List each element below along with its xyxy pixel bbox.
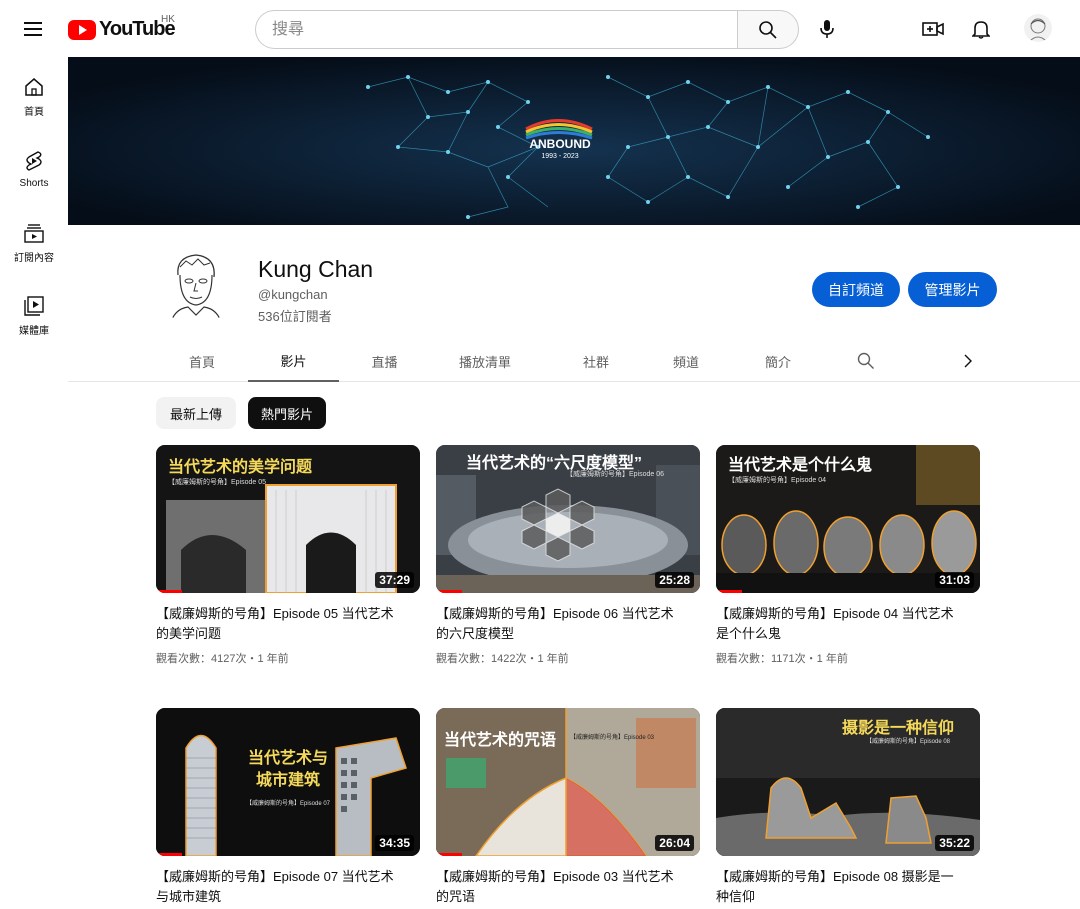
thumbnail-title: 当代艺术与城市建筑 (247, 750, 328, 789)
video-duration: 34:35 (375, 835, 414, 851)
video-card[interactable]: 当代艺术是个什么鬼 【威廉姆斯的号角】Episode 04 31:03 【威廉姆… (716, 445, 980, 666)
avatar-sketch-icon (169, 254, 223, 325)
video-title[interactable]: 【威廉姆斯的号角】Episode 08 摄影是一种信仰 (716, 867, 966, 907)
tabs-scroll-next[interactable] (948, 340, 988, 382)
video-title[interactable]: 【威廉姆斯的号角】Episode 05 当代艺术的美学问题 (156, 604, 406, 644)
video-title[interactable]: 【威廉姆斯的号角】Episode 06 当代艺术的六尺度模型 (436, 604, 686, 644)
video-card[interactable]: 当代艺术与城市建筑 【威廉姆斯的号角】Episode 07 34:35 【威廉姆… (156, 708, 420, 907)
tab-channels[interactable]: 頻道 (640, 340, 732, 382)
sidebar-item-label: 首頁 (24, 107, 44, 118)
banner-years: 1993 - 2023 (541, 153, 579, 160)
video-thumbnail[interactable]: 当代艺术的美学问题 【威廉姆斯的号角】Episode 05 37:29 (156, 445, 420, 593)
sidebar: 首頁 Shorts 訂閱內容 媒體庫 (0, 57, 68, 349)
shorts-icon (26, 151, 42, 171)
microphone-icon (820, 20, 834, 38)
sidebar-item-label: 訂閱內容 (14, 253, 54, 264)
tab-live[interactable]: 直播 (339, 340, 430, 382)
banner-logo-text: ANBOUND (529, 137, 591, 151)
video-thumbnail[interactable]: 当代艺术与城市建筑 【威廉姆斯的号角】Episode 07 34:35 (156, 708, 420, 856)
library-icon (24, 296, 44, 316)
watch-progress-bar (156, 853, 182, 856)
thumbnail-subtitle: 【威廉姆斯的号角】Episode 04 (728, 477, 827, 484)
sidebar-item-shorts[interactable]: Shorts (0, 130, 68, 203)
video-thumbnail[interactable]: 摄影是一种信仰 【威廉姆斯的号角】Episode 08 35:22 (716, 708, 980, 856)
video-card[interactable]: 当代艺术的咒语 【威廉姆斯的号角】Episode 03 26:04 【威廉姆斯的… (436, 708, 700, 907)
create-video-icon (922, 22, 944, 36)
tab-about[interactable]: 簡介 (732, 340, 824, 382)
top-bar: YouTube HK (0, 0, 1080, 57)
channel-avatar[interactable] (156, 245, 236, 325)
video-title[interactable]: 【威廉姆斯的号角】Episode 07 当代艺术与城市建筑 (156, 867, 406, 907)
thumbnail-title: 当代艺术的咒语 (444, 732, 557, 749)
channel-tabs: 首頁 影片 直播 播放清單 社群 頻道 簡介 (68, 340, 1080, 382)
sidebar-item-home[interactable]: 首頁 (0, 57, 68, 130)
thumbnail-title: 摄影是一种信仰 (842, 720, 955, 737)
search-icon (857, 352, 874, 369)
region-code: HK (161, 14, 175, 25)
video-title[interactable]: 【威廉姆斯的号角】Episode 04 当代艺术是个什么鬼 (716, 604, 966, 644)
sidebar-item-library[interactable]: 媒體庫 (0, 276, 68, 349)
search-bar (255, 10, 799, 49)
notifications-button[interactable] (966, 14, 996, 44)
video-duration: 26:04 (655, 835, 694, 851)
tab-playlists[interactable]: 播放清單 (430, 340, 540, 382)
customize-channel-button[interactable]: 自訂頻道 (812, 272, 900, 307)
search-icon (759, 20, 777, 39)
tab-home[interactable]: 首頁 (156, 340, 248, 382)
video-thumbnail[interactable]: 当代艺术的“六尺度模型” 【威廉姆斯的号角】Episode 06 25:28 (436, 445, 700, 593)
voice-search-button[interactable] (812, 14, 842, 44)
thumbnail-subtitle: 【威廉姆斯的号角】Episode 06 (566, 471, 665, 478)
sidebar-item-label: 媒體庫 (19, 326, 49, 337)
video-duration: 31:03 (935, 572, 974, 588)
channel-name: Kung Chan (258, 256, 374, 282)
watch-progress-bar (436, 853, 462, 856)
video-thumbnail[interactable]: 当代艺术的咒语 【威廉姆斯的号角】Episode 03 26:04 (436, 708, 700, 856)
chip-latest[interactable]: 最新上傳 (156, 397, 236, 429)
tab-community[interactable]: 社群 (548, 340, 644, 382)
thumbnail-subtitle: 【威廉姆斯的号角】Episode 07 (245, 801, 331, 807)
channel-handle: @kungchan (258, 287, 328, 302)
video-duration: 35:22 (935, 835, 974, 851)
chevron-right-icon (964, 354, 972, 368)
video-duration: 25:28 (655, 572, 694, 588)
video-duration: 37:29 (375, 572, 414, 588)
thumbnail-title: 当代艺术是个什么鬼 (728, 457, 873, 474)
watch-progress-bar (716, 590, 742, 593)
create-video-button[interactable] (918, 14, 948, 44)
menu-icon[interactable] (18, 14, 48, 44)
tab-videos[interactable]: 影片 (248, 340, 339, 382)
thumbnail-subtitle: 【威廉姆斯的号角】Episode 03 (570, 735, 655, 741)
search-input[interactable] (255, 10, 737, 49)
watch-progress-bar (156, 590, 182, 593)
video-meta: 觀看次數：4127次・1 年前 (156, 653, 289, 665)
thumbnail-subtitle: 【威廉姆斯的号角】Episode 08 (866, 739, 951, 745)
subscriber-count: 536位訂閱者 (258, 309, 332, 324)
home-icon (25, 78, 43, 96)
thumbnail-title: 当代艺术的美学问题 (168, 459, 313, 476)
video-meta: 觀看次數：1171次・1 年前 (716, 653, 848, 665)
video-meta: 觀看次數：1422次・1 年前 (436, 653, 569, 665)
video-card[interactable]: 当代艺术的美学问题 【威廉姆斯的号角】Episode 05 37:29 【威廉姆… (156, 445, 420, 666)
subscriptions-icon (24, 224, 44, 243)
channel-banner: ANBOUND 1993 - 2023 (68, 57, 1080, 225)
youtube-play-icon (68, 19, 96, 40)
manage-videos-button[interactable]: 管理影片 (908, 272, 997, 307)
avatar-sketch-icon (1028, 18, 1048, 42)
bell-icon (972, 21, 990, 39)
youtube-logo[interactable]: YouTube (68, 18, 176, 41)
video-thumbnail[interactable]: 当代艺术是个什么鬼 【威廉姆斯的号角】Episode 04 31:03 (716, 445, 980, 593)
sidebar-item-subscriptions[interactable]: 訂閱內容 (0, 203, 68, 276)
chip-popular[interactable]: 熱門影片 (248, 397, 326, 429)
thumbnail-subtitle: 【威廉姆斯的号角】Episode 05 (168, 479, 267, 486)
tab-search[interactable] (848, 340, 884, 382)
video-title[interactable]: 【威廉姆斯的号角】Episode 03 当代艺术的咒语 (436, 867, 686, 907)
sidebar-item-label: Shorts (19, 178, 49, 189)
video-card[interactable]: 摄影是一种信仰 【威廉姆斯的号角】Episode 08 35:22 【威廉姆斯的… (716, 708, 980, 907)
watch-progress-bar (436, 590, 462, 593)
video-card[interactable]: 当代艺术的“六尺度模型” 【威廉姆斯的号角】Episode 06 25:28 【… (436, 445, 700, 666)
search-button[interactable] (737, 10, 799, 49)
account-avatar[interactable] (1024, 14, 1052, 42)
